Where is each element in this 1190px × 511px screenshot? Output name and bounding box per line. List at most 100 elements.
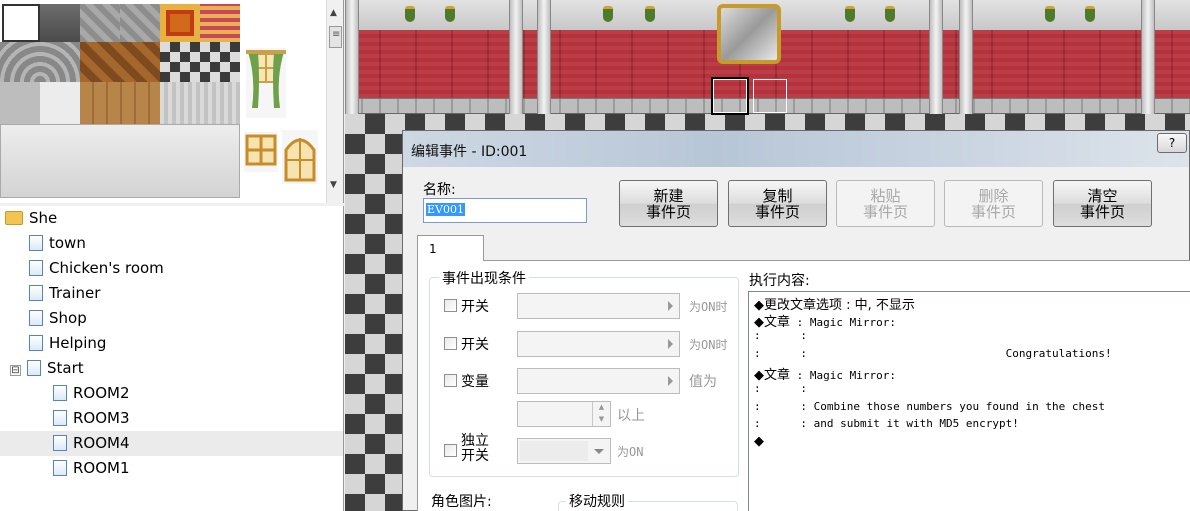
variable-value-spinner[interactable]: ▲ ▼ xyxy=(517,401,611,427)
tree-item-chickens-room[interactable]: Chicken's room xyxy=(29,256,164,281)
tree-item-label: Trainer xyxy=(49,284,101,302)
self-switch-select[interactable] xyxy=(517,438,611,464)
edit-event-dialog: 编辑事件 - ID:001 ? 名称: EV001 新建 事件页 复制 事件页 粘贴… xyxy=(402,130,1190,511)
command-line[interactable]: : : Combine those numbers you found in t… xyxy=(754,400,1105,413)
delete-page-button[interactable]: 删除 事件页 xyxy=(944,180,1043,227)
tree-item-label: ROOM1 xyxy=(73,459,130,477)
map-page-icon xyxy=(53,410,67,426)
square-window-icon xyxy=(245,134,277,166)
variable-checkbox[interactable] xyxy=(444,374,457,387)
self-switch-label: 独立 开关 xyxy=(461,434,489,464)
tile-curtain-window[interactable] xyxy=(246,48,286,118)
switch1-select[interactable] xyxy=(517,293,680,319)
name-label: 名称: xyxy=(423,182,456,198)
paste-page-button[interactable]: 粘贴 事件页 xyxy=(836,180,935,227)
tile-square-window[interactable] xyxy=(244,132,278,172)
command-line[interactable]: : : and submit it with MD5 encrypt! xyxy=(754,417,1019,430)
chevron-down-icon xyxy=(594,449,604,454)
tree-item-room4[interactable]: ROOM4 xyxy=(0,431,343,456)
button-line: 粘贴 xyxy=(870,187,901,205)
command-line[interactable]: ◆文章 : Magic Mirror: xyxy=(754,364,896,383)
tile-light-floor[interactable] xyxy=(40,82,80,124)
tree-item-label: ROOM2 xyxy=(73,384,130,402)
tile-metal[interactable] xyxy=(160,82,240,124)
new-page-button[interactable]: 新建 事件页 xyxy=(619,180,718,227)
switch2-checkbox[interactable] xyxy=(444,337,457,350)
curtain-window-icon xyxy=(246,50,286,108)
tree-item-room3[interactable]: ROOM3 xyxy=(53,406,130,431)
command-line[interactable]: ◆ xyxy=(754,434,764,449)
tile-plaid[interactable] xyxy=(200,4,240,42)
switch1-checkbox[interactable] xyxy=(444,299,457,312)
tree-item-town[interactable]: town xyxy=(29,231,86,256)
switch2-select[interactable] xyxy=(517,331,680,357)
command-line[interactable]: : : xyxy=(754,329,807,342)
scroll-up-icon[interactable]: ▲ xyxy=(330,8,337,18)
scroll-down-icon[interactable]: ▼ xyxy=(330,180,337,190)
tile-stone-2[interactable] xyxy=(120,4,160,42)
tile-empty[interactable] xyxy=(2,4,40,42)
map-page-icon xyxy=(29,235,43,251)
tree-item-trainer[interactable]: Trainer xyxy=(29,281,100,306)
tile-grey[interactable] xyxy=(40,4,80,42)
tile-wood-diamond[interactable] xyxy=(80,42,160,82)
tile-checker[interactable] xyxy=(160,42,240,82)
spin-up-icon[interactable]: ▲ xyxy=(593,402,610,414)
command-args: : Magic Mirror: xyxy=(790,316,896,329)
tree-item-room2[interactable]: ROOM2 xyxy=(53,381,130,406)
conditions-title: 事件出现条件 xyxy=(439,268,529,288)
command-line[interactable]: : : Congratulations! xyxy=(754,347,1112,360)
button-line: 新建 xyxy=(653,187,684,205)
wall-lamp xyxy=(603,6,613,22)
tree-item-helping[interactable]: Helping xyxy=(29,331,106,356)
tileset-scrollbar[interactable]: ▲ ≡ ▼ xyxy=(326,0,343,203)
self-switch-checkbox[interactable] xyxy=(444,444,457,457)
variable-select[interactable] xyxy=(517,368,680,394)
button-line: 删除 xyxy=(978,187,1009,205)
event-name-input[interactable]: EV001 xyxy=(423,198,587,223)
move-rule-title: 移动规则 xyxy=(566,491,628,511)
tree-item-shop[interactable]: Shop xyxy=(29,306,87,331)
tree-item-start[interactable]: ⊟ Start xyxy=(10,356,84,381)
event-tile[interactable] xyxy=(753,79,787,113)
clear-page-button[interactable]: 清空 事件页 xyxy=(1053,180,1152,227)
spin-down-icon[interactable]: ▼ xyxy=(593,414,610,426)
spinner-buttons[interactable]: ▲ ▼ xyxy=(592,402,610,426)
tileset-palette[interactable]: ▲ ≡ ▼ xyxy=(0,0,344,203)
command-line[interactable]: ◆文章 : Magic Mirror: xyxy=(754,311,896,330)
selected-event-tile[interactable] xyxy=(711,77,749,115)
tile-grey-floor[interactable] xyxy=(0,82,40,124)
tree-item-label: ROOM3 xyxy=(73,409,130,427)
event-command-list[interactable]: ◆更改文章选项 : 中, 不显示 ◆文章 : Magic Mirror: : :… xyxy=(748,291,1190,511)
tile-arch-window[interactable] xyxy=(282,130,318,184)
switch1-suffix: 为ON时 xyxy=(689,300,728,314)
map-page-icon xyxy=(29,260,43,276)
wall-lamp xyxy=(1085,6,1095,22)
tree-item-room1[interactable]: ROOM1 xyxy=(53,456,130,481)
magic-mirror-sprite xyxy=(717,4,781,64)
command-args: : Combine those numbers you found in the… xyxy=(760,400,1105,413)
scroll-thumb[interactable]: ≡ xyxy=(329,26,342,48)
self-switch-line1: 独立 xyxy=(461,433,489,449)
copy-page-button[interactable]: 复制 事件页 xyxy=(728,180,827,227)
command-name: 文章 xyxy=(764,368,791,383)
tile-wall[interactable] xyxy=(0,124,240,198)
tile-stone[interactable] xyxy=(80,4,120,42)
arch-window-icon xyxy=(284,138,316,182)
tile-orange-rug[interactable] xyxy=(160,4,200,42)
command-line[interactable]: : : xyxy=(754,382,807,395)
tab-page-1[interactable]: 1 xyxy=(417,235,484,261)
tree-item-she[interactable]: She xyxy=(5,206,57,231)
collapse-icon[interactable]: ⊟ xyxy=(10,365,21,376)
tile-roof[interactable] xyxy=(0,42,80,82)
wall-lamp xyxy=(405,6,415,22)
wall-lamp xyxy=(645,6,655,22)
variable-label: 变量 xyxy=(461,374,489,390)
help-button[interactable]: ? xyxy=(1157,133,1187,153)
map-tree[interactable]: She town Chicken's room Trainer Shop Hel… xyxy=(0,206,344,511)
map-page-icon xyxy=(53,385,67,401)
wall-lamp xyxy=(885,6,895,22)
tile-wood-planks[interactable] xyxy=(80,82,160,124)
map-page-icon xyxy=(27,360,41,376)
dialog-title-bar[interactable]: 编辑事件 - ID:001 ? xyxy=(403,131,1189,167)
